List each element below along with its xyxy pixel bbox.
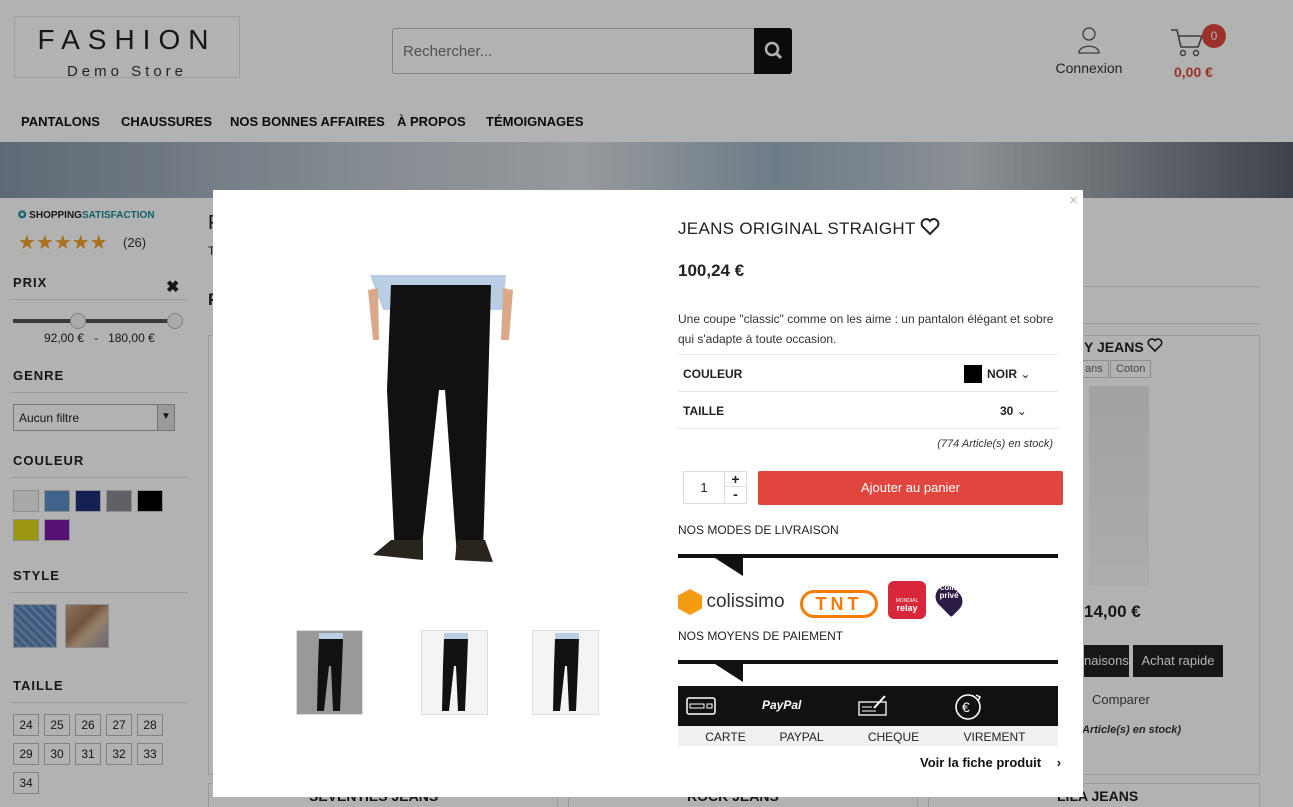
- svg-text:€: €: [962, 699, 970, 715]
- quantity-minus-button[interactable]: -: [724, 487, 746, 503]
- chevron-down-icon: ⌄: [1016, 404, 1027, 418]
- delivery-title: NOS MODES DE LIVRAISON: [678, 523, 839, 537]
- size-label: TAILLE: [683, 404, 725, 418]
- quantity-plus-button[interactable]: +: [724, 472, 746, 487]
- carrier-mondial-relay: MONDIAL relay: [888, 581, 926, 619]
- credit-card-icon: [686, 697, 716, 715]
- payment-label-cheque: CHEQUE: [867, 730, 920, 744]
- page: FASHION Demo Store Connexion 0 0,00 € PA…: [0, 0, 1293, 807]
- divider-arrow: [715, 558, 743, 576]
- payment-label-virement: VIREMENT: [963, 730, 1026, 744]
- quantity-stepper: 1 + -: [683, 471, 747, 504]
- product-description: Une coupe "classic" comme on les aime : …: [678, 312, 1054, 346]
- color-label: COULEUR: [683, 367, 743, 381]
- color-select[interactable]: NOIR ⌄: [987, 367, 1030, 381]
- product-thumbnail[interactable]: [421, 630, 488, 715]
- colis-text-b: privé: [939, 591, 959, 600]
- size-select[interactable]: 30 ⌄: [1000, 404, 1027, 418]
- size-value: 30: [1000, 404, 1014, 418]
- payment-title: NOS MOYENS DE PAIEMENT: [678, 629, 844, 643]
- product-thumbnail[interactable]: [532, 630, 599, 715]
- payment-icons-bar: PayPal €: [678, 686, 1058, 726]
- paypal-icon: PayPal: [762, 698, 802, 712]
- relay-text-b: relay: [896, 603, 918, 613]
- quick-view-modal: × JEANS ORIGINAL STRAIGHT 100,24 € Une c…: [213, 190, 1083, 797]
- heart-icon[interactable]: [920, 218, 940, 236]
- quantity-input[interactable]: 1: [684, 472, 724, 503]
- colissimo-logo-text: colissimo: [706, 591, 785, 612]
- chevron-down-icon: ⌄: [1020, 367, 1031, 381]
- divider-arrow: [715, 664, 743, 682]
- size-attribute-row: TAILLE 30 ⌄: [678, 391, 1058, 428]
- view-product-label: Voir la fiche produit: [920, 755, 1042, 770]
- carrier-tnt: TNT: [800, 590, 878, 618]
- product-price: 100,24 €: [678, 261, 745, 280]
- color-attribute-row: COULEUR NOIR ⌄: [678, 354, 1058, 391]
- divider: [678, 428, 1058, 429]
- close-icon[interactable]: ×: [1069, 192, 1078, 209]
- chevron-right-icon: ›: [1056, 755, 1062, 770]
- view-product-link[interactable]: Voir la fiche produit ›: [920, 755, 1061, 770]
- add-to-cart-button[interactable]: Ajouter au panier: [758, 471, 1063, 505]
- color-swatch-selected: [964, 365, 982, 383]
- product-main-image: [368, 275, 513, 562]
- stock-status: (774 Article(s) en stock): [937, 438, 1053, 450]
- carrier-colissimo: colissimo: [678, 589, 785, 615]
- colissimo-box-icon: [678, 589, 702, 615]
- product-title: JEANS ORIGINAL STRAIGHT: [678, 219, 916, 238]
- payment-label-paypal: PAYPAL: [779, 730, 824, 744]
- colis-prive-text: colis privé: [935, 584, 963, 600]
- product-thumbnail[interactable]: [296, 630, 363, 715]
- cheque-icon: [858, 695, 887, 716]
- color-value: NOIR: [987, 367, 1017, 381]
- bank-transfer-icon: €: [955, 694, 982, 720]
- payment-labels: CARTE PAYPAL CHEQUE VIREMENT: [678, 726, 1058, 746]
